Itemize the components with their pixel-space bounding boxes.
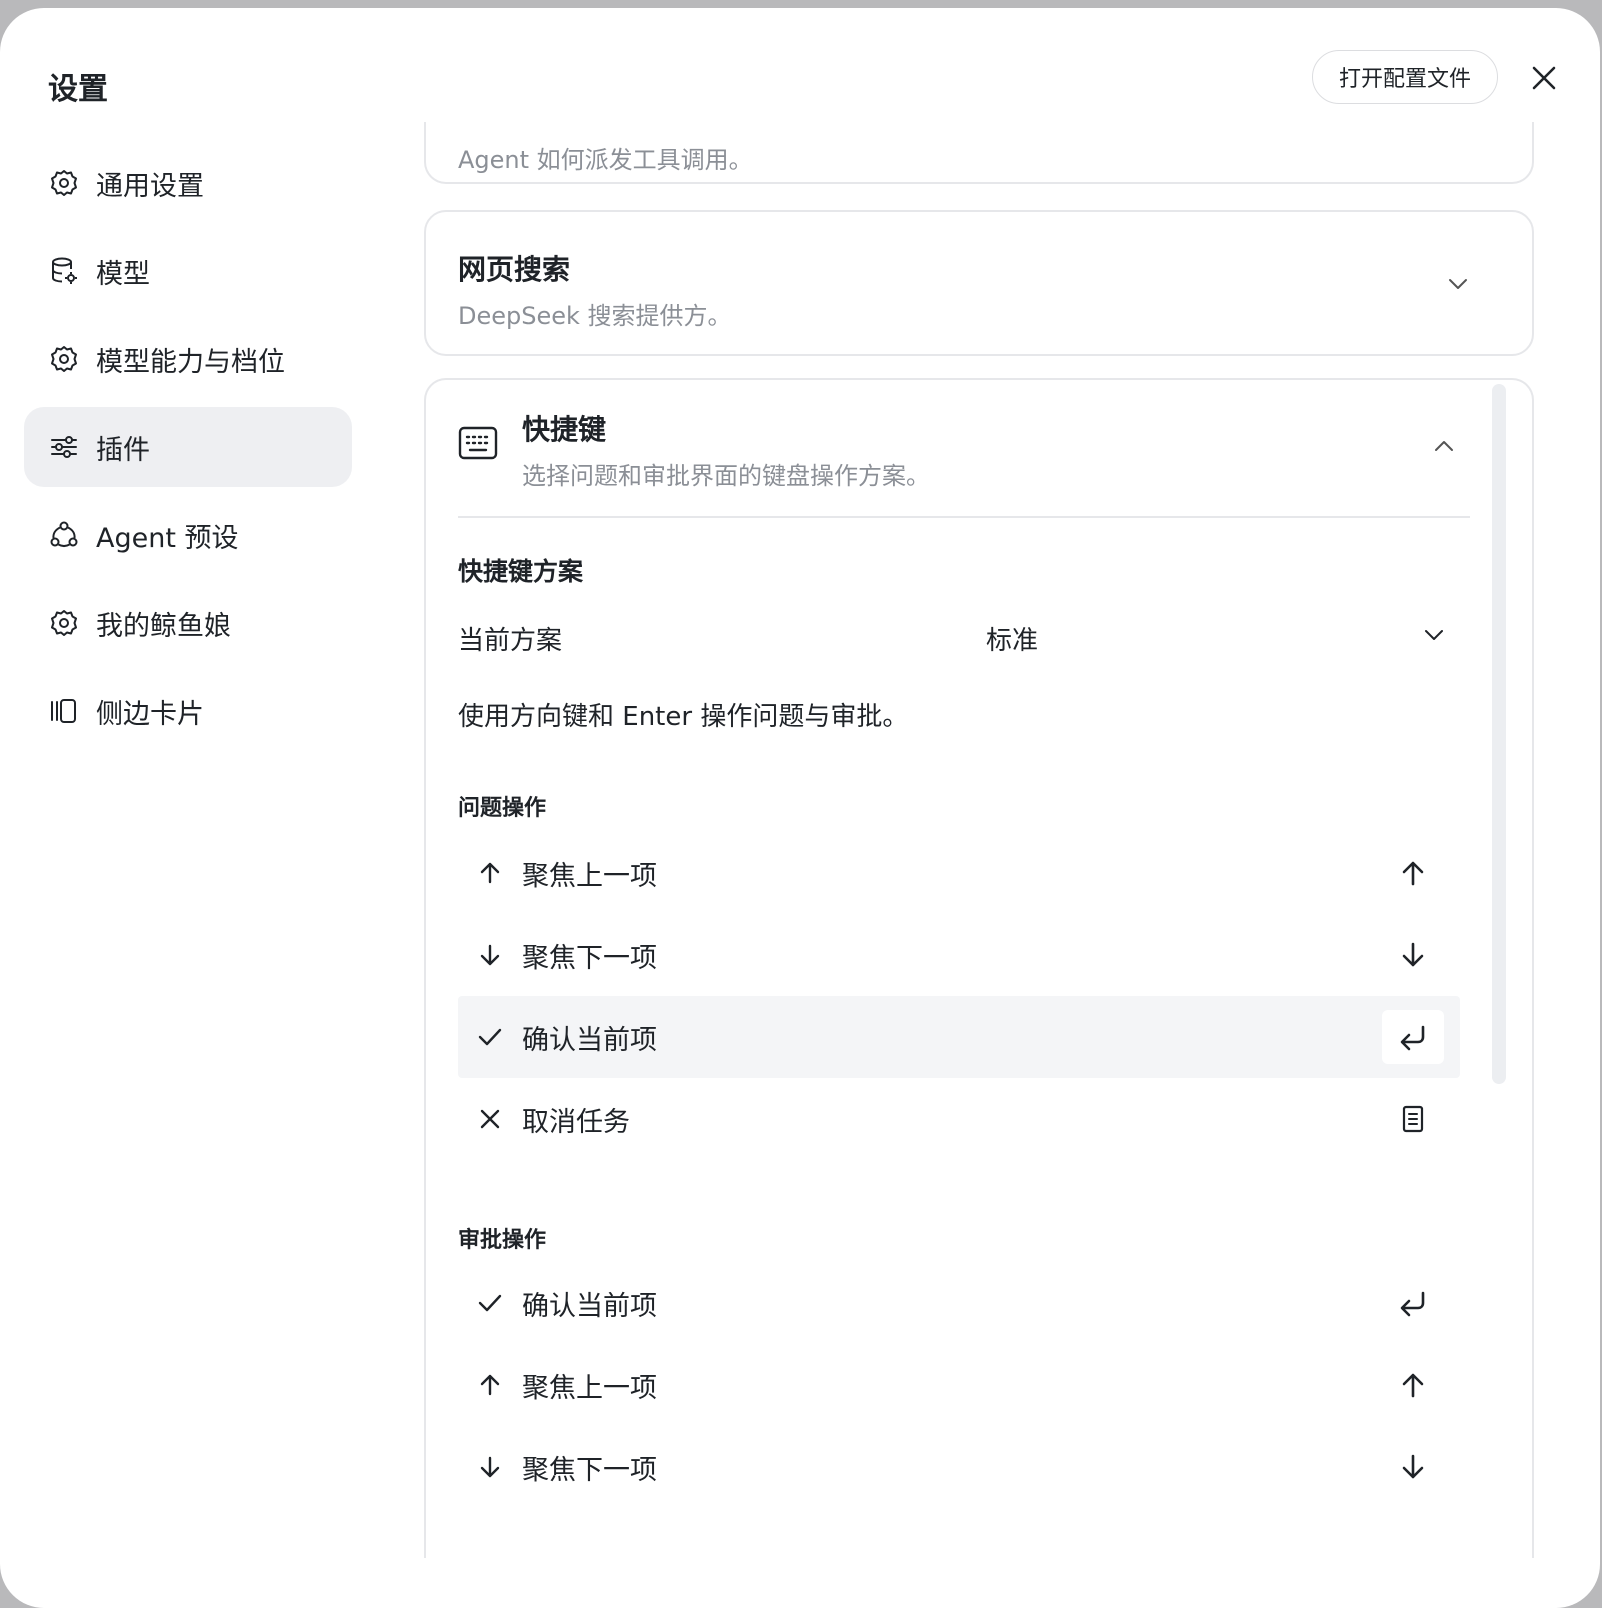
- gear-icon: [48, 607, 80, 639]
- document-key-icon[interactable]: [1382, 1092, 1444, 1146]
- chevron-down-icon[interactable]: [1446, 272, 1470, 300]
- sidebar-item-label: 侧边卡片: [96, 698, 204, 730]
- shortcut-label: 确认当前项: [522, 1290, 657, 1322]
- shortcut-label: 聚焦下一项: [522, 942, 657, 974]
- card-description: DeepSeek 搜索提供方。: [458, 302, 732, 330]
- sidebar-item-model-capabilities[interactable]: 模型能力与档位: [24, 319, 352, 399]
- card-title: 网页搜索: [458, 253, 571, 286]
- close-icon[interactable]: [1522, 56, 1566, 100]
- sidebar-item-side-cards[interactable]: 侧边卡片: [24, 671, 352, 751]
- arrow-down-icon: [474, 1451, 506, 1483]
- sidebar-item-label: 插件: [96, 434, 150, 466]
- shortcut-label: 确认当前项: [522, 1024, 657, 1056]
- sidebar-item-label: 模型: [96, 258, 150, 290]
- agent-network-icon: [48, 519, 80, 551]
- shortcut-row[interactable]: 聚焦下一项: [458, 914, 1460, 996]
- shortcut-label: 聚焦上一项: [522, 860, 657, 892]
- database-gear-icon: [48, 255, 80, 287]
- arrow-up-key-icon[interactable]: [1382, 846, 1444, 900]
- shortcut-label: 聚焦上一项: [522, 1372, 657, 1404]
- tool-dispatch-card[interactable]: Agent 如何派发工具调用。: [424, 122, 1534, 184]
- scheme-select-value: 标准: [986, 625, 1039, 656]
- settings-dialog: 设置 打开配置文件 通用设置 模型 模型能力与档位 插件 Agent 预设 我的…: [0, 8, 1600, 1608]
- divider: [458, 516, 1470, 518]
- web-search-card[interactable]: 网页搜索 DeepSeek 搜索提供方。: [424, 210, 1534, 356]
- sidebar-item-my-whale[interactable]: 我的鲸鱼娘: [24, 583, 352, 663]
- shortcuts-card: 快捷键 选择问题和审批界面的键盘操作方案。 快捷键方案 当前方案 标准 使用方向…: [424, 378, 1534, 1558]
- scheme-description: 使用方向键和 Enter 操作问题与审批。: [458, 702, 909, 732]
- arrow-down-key-icon[interactable]: [1382, 928, 1444, 982]
- sidebar-item-label: Agent 预设: [96, 522, 239, 554]
- shortcut-row[interactable]: 确认当前项: [458, 996, 1460, 1078]
- sidebar-item-plugins[interactable]: 插件: [24, 407, 352, 487]
- x-icon: [474, 1103, 506, 1135]
- chevron-up-icon[interactable]: [1432, 434, 1456, 462]
- check-icon: [474, 1021, 506, 1053]
- card-description: Agent 如何派发工具调用。: [458, 146, 753, 174]
- enter-key-icon[interactable]: [1382, 1276, 1444, 1330]
- scheme-section-title: 快捷键方案: [458, 557, 584, 586]
- shortcut-row[interactable]: 聚焦上一项: [458, 832, 1460, 914]
- enter-key-icon[interactable]: [1382, 1010, 1444, 1064]
- card-title: 快捷键: [522, 413, 607, 446]
- scheme-select[interactable]: 标准: [986, 608, 1446, 668]
- gear-icon: [48, 343, 80, 375]
- sliders-icon: [48, 431, 80, 463]
- shortcut-row[interactable]: 确认当前项: [458, 1262, 1460, 1344]
- arrow-up-icon: [474, 1369, 506, 1401]
- sidebar-item-label: 通用设置: [96, 170, 204, 202]
- sidebar-item-label: 模型能力与档位: [96, 346, 285, 378]
- dialog-title: 设置: [48, 72, 108, 107]
- chevron-down-icon: [1422, 623, 1446, 654]
- arrow-up-key-icon[interactable]: [1382, 1358, 1444, 1412]
- shortcut-row[interactable]: 聚焦下一项: [458, 1426, 1460, 1508]
- approval-actions-label: 审批操作: [458, 1228, 547, 1253]
- shortcut-row[interactable]: 取消任务: [458, 1078, 1460, 1160]
- sidebar-item-general[interactable]: 通用设置: [24, 143, 352, 223]
- shortcut-row[interactable]: 聚焦上一项: [458, 1344, 1460, 1426]
- shortcut-label: 取消任务: [522, 1106, 630, 1138]
- settings-sidebar: 通用设置 模型 模型能力与档位 插件 Agent 预设 我的鲸鱼娘 侧边卡片: [24, 143, 352, 759]
- shortcut-label: 聚焦下一项: [522, 1454, 657, 1486]
- gear-icon: [48, 167, 80, 199]
- sidebar-item-label: 我的鲸鱼娘: [96, 610, 231, 642]
- sidebar-item-agent-presets[interactable]: Agent 预设: [24, 495, 352, 575]
- settings-content[interactable]: Agent 如何派发工具调用。 网页搜索 DeepSeek 搜索提供方。 快捷键…: [424, 122, 1538, 1572]
- card-description: 选择问题和审批界面的键盘操作方案。: [522, 462, 930, 490]
- check-icon: [474, 1287, 506, 1319]
- sidebar-item-models[interactable]: 模型: [24, 231, 352, 311]
- arrow-down-icon: [474, 939, 506, 971]
- current-scheme-label: 当前方案: [458, 626, 563, 656]
- open-config-file-button[interactable]: 打开配置文件: [1312, 50, 1498, 104]
- side-cards-icon: [48, 695, 80, 727]
- arrow-up-icon: [474, 857, 506, 889]
- arrow-down-key-icon[interactable]: [1382, 1440, 1444, 1494]
- question-actions-label: 问题操作: [458, 796, 547, 821]
- scrollbar[interactable]: [1492, 384, 1506, 1084]
- keyboard-icon: [458, 426, 498, 464]
